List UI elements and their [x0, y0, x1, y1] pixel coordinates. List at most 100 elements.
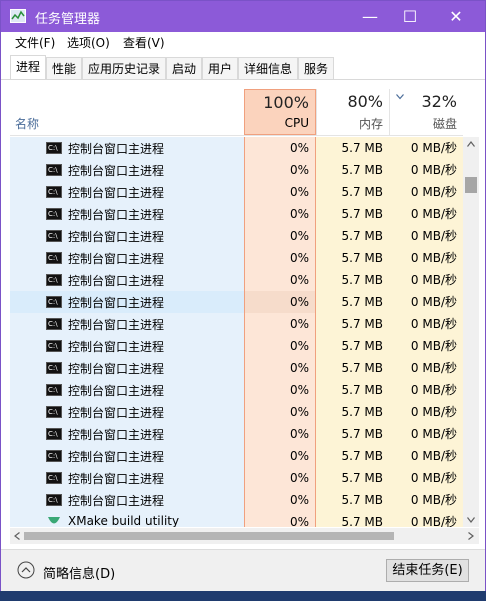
tab-app-history[interactable]: 应用历史记录 [82, 57, 166, 79]
memory-value: 5.7 MB [316, 423, 389, 445]
process-name: XMake build utility [68, 514, 180, 527]
console-icon: C:\ [46, 494, 62, 506]
tab-startup[interactable]: 启动 [166, 57, 202, 79]
memory-value: 5.7 MB [316, 159, 389, 181]
process-name: 控制台窗口主进程 [68, 318, 165, 332]
process-row[interactable]: C:\ 控制台窗口主进程 0% 5.7 MB 0 MB/秒 [10, 137, 463, 159]
memory-value: 5.7 MB [316, 467, 389, 489]
process-name: 控制台窗口主进程 [68, 384, 165, 398]
process-name-cell[interactable]: C:\ 控制台窗口主进程 [10, 489, 244, 511]
process-name-cell[interactable]: C:\ 控制台窗口主进程 [10, 335, 244, 357]
process-name-cell[interactable]: C:\ 控制台窗口主进程 [10, 159, 244, 181]
menu-file[interactable]: 文件(F) [15, 34, 55, 51]
console-icon: C:\ [46, 406, 62, 418]
disk-value: 0 MB/秒 [389, 489, 463, 511]
menu-options[interactable]: 选项(O) [67, 34, 110, 51]
cpu-value: 0% [244, 225, 316, 247]
process-row[interactable]: C:\ 控制台窗口主进程 0% 5.7 MB 0 MB/秒 [10, 313, 463, 335]
process-name-cell[interactable]: C:\ 控制台窗口主进程 [10, 379, 244, 401]
process-row[interactable]: C:\ 控制台窗口主进程 0% 5.7 MB 0 MB/秒 [10, 401, 463, 423]
title-bar[interactable]: 任务管理器 — ☐ ✕ [1, 1, 485, 32]
horizontal-scrollbar[interactable] [10, 528, 479, 544]
process-name-cell[interactable]: C:\ 控制台窗口主进程 [10, 137, 244, 159]
disk-value: 0 MB/秒 [389, 379, 463, 401]
process-name-cell[interactable]: C:\ 控制台窗口主进程 [10, 467, 244, 489]
process-name-cell[interactable]: C:\ 控制台窗口主进程 [10, 291, 244, 313]
process-name-cell[interactable]: C:\ 控制台窗口主进程 [10, 423, 244, 445]
scroll-down-arrow-icon[interactable] [467, 517, 475, 523]
process-row[interactable]: C:\ 控制台窗口主进程 0% 5.7 MB 0 MB/秒 [10, 203, 463, 225]
process-row[interactable]: XMake build utility 0% 5.7 MB 0 MB/秒 [10, 511, 463, 527]
process-name: 控制台窗口主进程 [68, 142, 165, 156]
memory-value: 5.7 MB [316, 225, 389, 247]
cpu-value: 0% [244, 445, 316, 467]
process-name-cell[interactable]: C:\ 控制台窗口主进程 [10, 445, 244, 467]
tab-processes[interactable]: 进程 [10, 55, 46, 79]
process-list: C:\ 控制台窗口主进程 0% 5.7 MB 0 MB/秒 C:\ 控制台窗口主进程 0% 5.… [10, 137, 463, 527]
column-cpu-header[interactable]: 100% CPU [244, 89, 316, 135]
process-name-cell[interactable]: C:\ 控制台窗口主进程 [10, 313, 244, 335]
disk-value: 0 MB/秒 [389, 401, 463, 423]
process-row[interactable]: C:\ 控制台窗口主进程 0% 5.7 MB 0 MB/秒 [10, 269, 463, 291]
collapse-up-icon[interactable] [17, 561, 35, 579]
disk-value: 0 MB/秒 [389, 225, 463, 247]
vertical-scrollbar[interactable] [463, 137, 479, 527]
process-name-cell[interactable]: C:\ 控制台窗口主进程 [10, 357, 244, 379]
column-memory-header[interactable]: 80% 内存 [316, 89, 389, 135]
scroll-left-arrow-icon[interactable] [14, 532, 20, 540]
disk-value: 0 MB/秒 [389, 313, 463, 335]
disk-value: 0 MB/秒 [389, 423, 463, 445]
vertical-scroll-thumb[interactable] [465, 177, 477, 193]
end-task-button[interactable]: 结束任务(E) [386, 559, 469, 582]
cpu-value: 0% [244, 401, 316, 423]
process-name-cell[interactable]: C:\ 控制台窗口主进程 [10, 203, 244, 225]
process-name-cell[interactable]: C:\ 控制台窗口主进程 [10, 181, 244, 203]
process-row[interactable]: C:\ 控制台窗口主进程 0% 5.7 MB 0 MB/秒 [10, 225, 463, 247]
disk-value: 0 MB/秒 [389, 159, 463, 181]
process-name-cell[interactable]: C:\ 控制台窗口主进程 [10, 401, 244, 423]
process-name-cell[interactable]: C:\ 控制台窗口主进程 [10, 247, 244, 269]
close-button[interactable]: ✕ [433, 1, 479, 32]
disk-value: 0 MB/秒 [389, 467, 463, 489]
process-name: 控制台窗口主进程 [68, 450, 165, 464]
process-name-cell[interactable]: C:\ 控制台窗口主进程 [10, 269, 244, 291]
disk-value: 0 MB/秒 [389, 181, 463, 203]
process-row[interactable]: C:\ 控制台窗口主进程 0% 5.7 MB 0 MB/秒 [10, 247, 463, 269]
process-row[interactable]: C:\ 控制台窗口主进程 0% 5.7 MB 0 MB/秒 [10, 379, 463, 401]
process-row[interactable]: C:\ 控制台窗口主进程 0% 5.7 MB 0 MB/秒 [10, 291, 463, 313]
process-row[interactable]: C:\ 控制台窗口主进程 0% 5.7 MB 0 MB/秒 [10, 159, 463, 181]
cpu-value: 0% [244, 291, 316, 313]
disk-percent: 32% [421, 92, 457, 111]
tab-performance[interactable]: 性能 [46, 57, 82, 79]
menu-view[interactable]: 查看(V) [123, 34, 165, 51]
process-name: 控制台窗口主进程 [68, 208, 165, 222]
process-name: 控制台窗口主进程 [68, 406, 165, 420]
tab-details[interactable]: 详细信息 [238, 57, 298, 79]
process-name-cell[interactable]: XMake build utility [10, 511, 244, 527]
process-row[interactable]: C:\ 控制台窗口主进程 0% 5.7 MB 0 MB/秒 [10, 489, 463, 511]
tab-services[interactable]: 服务 [298, 57, 334, 79]
process-row[interactable]: C:\ 控制台窗口主进程 0% 5.7 MB 0 MB/秒 [10, 423, 463, 445]
maximize-button[interactable]: ☐ [387, 1, 433, 32]
horizontal-scroll-thumb[interactable] [24, 532, 394, 540]
process-row[interactable]: C:\ 控制台窗口主进程 0% 5.7 MB 0 MB/秒 [10, 181, 463, 203]
xmake-icon [48, 517, 60, 524]
console-icon: C:\ [46, 384, 62, 396]
process-row[interactable]: C:\ 控制台窗口主进程 0% 5.7 MB 0 MB/秒 [10, 335, 463, 357]
cpu-value: 0% [244, 181, 316, 203]
scroll-right-arrow-icon[interactable] [468, 532, 474, 540]
column-name-header[interactable]: 名称 [15, 115, 39, 132]
process-row[interactable]: C:\ 控制台窗口主进程 0% 5.7 MB 0 MB/秒 [10, 357, 463, 379]
column-disk-header[interactable]: 32% 磁盘 [389, 89, 463, 135]
process-name-cell[interactable]: C:\ 控制台窗口主进程 [10, 225, 244, 247]
fewer-details-link[interactable]: 简略信息(D) [43, 563, 115, 582]
tab-users[interactable]: 用户 [202, 57, 238, 79]
process-name: 控制台窗口主进程 [68, 472, 165, 486]
cpu-value: 0% [244, 335, 316, 357]
disk-value: 0 MB/秒 [389, 445, 463, 467]
process-row[interactable]: C:\ 控制台窗口主进程 0% 5.7 MB 0 MB/秒 [10, 445, 463, 467]
process-name: 控制台窗口主进程 [68, 494, 165, 508]
memory-value: 5.7 MB [316, 445, 389, 467]
process-row[interactable]: C:\ 控制台窗口主进程 0% 5.7 MB 0 MB/秒 [10, 467, 463, 489]
scroll-up-arrow-icon[interactable] [467, 141, 475, 147]
